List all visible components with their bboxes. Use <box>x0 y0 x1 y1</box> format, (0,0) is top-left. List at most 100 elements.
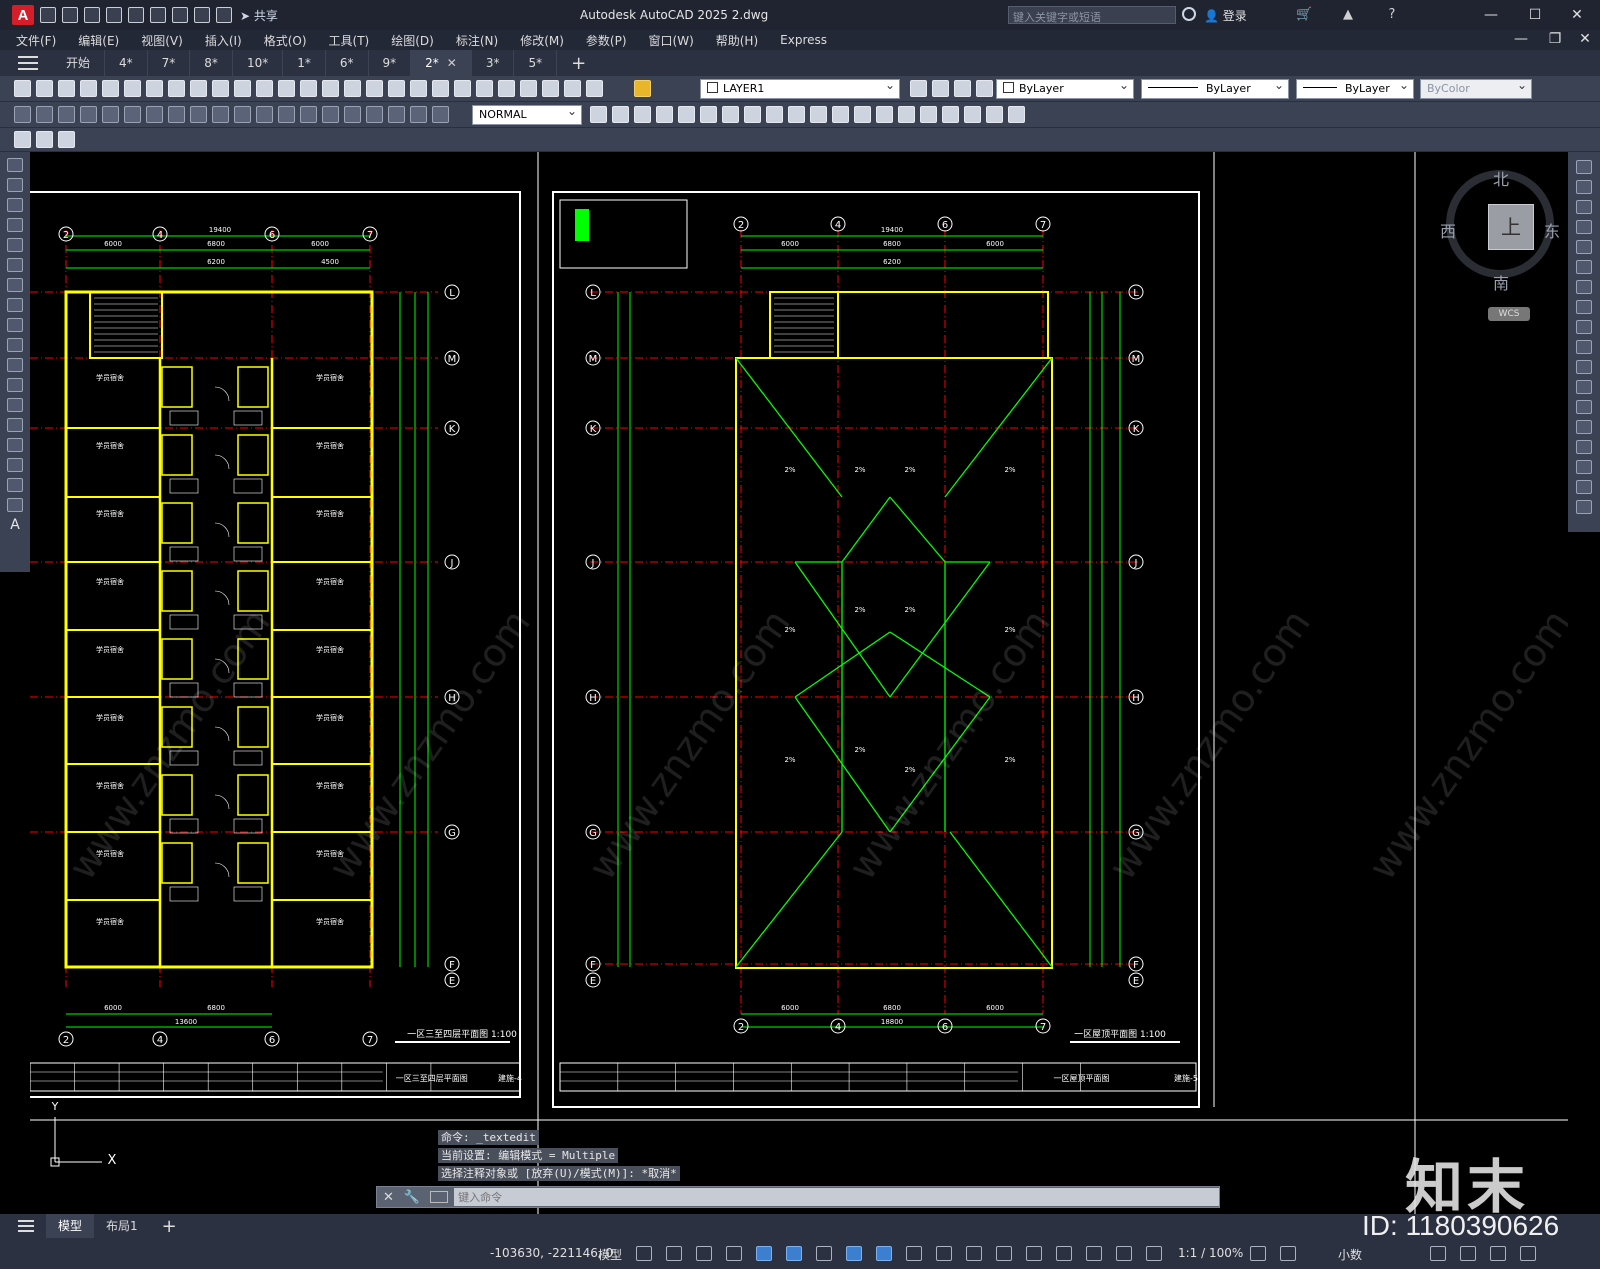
standard-tool-icon[interactable] <box>520 80 537 97</box>
dimension-tool-icon[interactable] <box>278 106 295 123</box>
annotation-scale[interactable]: 1:1 / 100% <box>1178 1246 1243 1260</box>
plotstyle-dropdown[interactable]: ByColor <box>1420 78 1532 99</box>
modify-tool-icon[interactable] <box>986 106 1003 123</box>
modify-tool-icon[interactable] <box>832 106 849 123</box>
standard-tool-icon[interactable] <box>366 80 383 97</box>
open-file-icon[interactable] <box>62 7 78 23</box>
annotation-monitor-icon[interactable] <box>1280 1246 1296 1261</box>
break-icon[interactable] <box>1576 380 1592 394</box>
save-icon[interactable] <box>84 7 100 23</box>
dimension-tool-icon[interactable] <box>14 106 31 123</box>
standard-tool-icon[interactable] <box>432 80 449 97</box>
explode-icon[interactable] <box>1576 480 1592 494</box>
layer-tool-icon[interactable] <box>954 80 971 97</box>
dynamic-input-toggle-icon[interactable] <box>726 1246 742 1261</box>
table-icon[interactable] <box>7 498 23 512</box>
modify-tool-icon[interactable] <box>898 106 915 123</box>
compass-east[interactable]: 东 <box>1544 218 1560 242</box>
dimension-tool-icon[interactable] <box>36 106 53 123</box>
offset-icon[interactable] <box>1576 220 1592 234</box>
login-button[interactable]: 👤 登录 <box>1204 7 1247 24</box>
autocad-logo-icon[interactable]: A <box>12 5 34 25</box>
modify-tool-icon[interactable] <box>612 106 629 123</box>
cart-icon[interactable]: 🛒 <box>1296 7 1312 22</box>
point-icon[interactable] <box>7 418 23 432</box>
wcs-menu[interactable]: WCS <box>1488 307 1530 321</box>
search-icon[interactable] <box>1182 7 1196 21</box>
modify-tool-icon[interactable] <box>766 106 783 123</box>
open-web-icon[interactable] <box>128 7 144 23</box>
standard-tool-icon[interactable] <box>344 80 361 97</box>
block-icon[interactable] <box>7 398 23 412</box>
dynamic-ucs-toggle-icon[interactable] <box>1026 1246 1042 1261</box>
autodesk-app-icon[interactable]: ▲ <box>1340 7 1356 22</box>
ellipse-arc-icon[interactable] <box>7 358 23 372</box>
modify-tool-icon[interactable] <box>678 106 695 123</box>
standard-tool-icon[interactable] <box>102 80 119 97</box>
copy-icon[interactable] <box>1576 180 1592 194</box>
layer-dropdown[interactable]: LAYER1 <box>700 78 900 99</box>
object-snap-toggle-icon[interactable] <box>876 1246 892 1261</box>
modify-tool-icon[interactable] <box>722 106 739 123</box>
modify-tool-icon[interactable] <box>854 106 871 123</box>
dimstyle-dropdown[interactable]: NORMAL <box>472 104 582 125</box>
mirror-icon[interactable] <box>1576 200 1592 214</box>
compass-south[interactable]: 南 <box>1493 270 1509 294</box>
standard-tool-icon[interactable] <box>14 80 31 97</box>
minimize-button[interactable]: — <box>1476 4 1506 26</box>
rotate-icon[interactable] <box>1576 280 1592 294</box>
menu-dimension[interactable]: 标注(N) <box>445 32 509 49</box>
dimension-tool-icon[interactable] <box>58 106 75 123</box>
menu-view[interactable]: 视图(V) <box>130 32 194 49</box>
menu-insert[interactable]: 插入(I) <box>194 32 253 49</box>
menu-modify[interactable]: 修改(M) <box>509 32 575 49</box>
dimension-tool-icon[interactable] <box>322 106 339 123</box>
standard-tool-icon[interactable] <box>124 80 141 97</box>
tab-drawing[interactable]: 10* <box>233 50 284 76</box>
standard-tool-icon[interactable] <box>212 80 229 97</box>
customize-icon[interactable] <box>1520 1246 1536 1261</box>
move-icon[interactable] <box>1576 260 1592 274</box>
standard-tool-icon[interactable] <box>476 80 493 97</box>
grid-toggle-icon[interactable] <box>636 1246 652 1261</box>
menu-parametric[interactable]: 参数(P) <box>575 32 638 49</box>
standard-tool-icon[interactable] <box>388 80 405 97</box>
ellipse-icon[interactable] <box>7 338 23 352</box>
dimension-tool-icon[interactable] <box>366 106 383 123</box>
join-icon[interactable] <box>1576 400 1592 414</box>
insert-block-icon[interactable] <box>36 131 53 148</box>
menu-express[interactable]: Express <box>769 33 838 47</box>
trim-icon[interactable] <box>1576 340 1592 354</box>
tab-drawing[interactable]: 4* <box>105 50 148 76</box>
menu-draw[interactable]: 绘图(D) <box>380 32 445 49</box>
layer-tool-icon[interactable] <box>910 80 927 97</box>
arc-icon[interactable] <box>7 258 23 272</box>
dimension-tool-icon[interactable] <box>300 106 317 123</box>
standard-tool-icon[interactable] <box>234 80 251 97</box>
object-snap-tracking-toggle-icon[interactable] <box>846 1246 862 1261</box>
modify-tool-icon[interactable] <box>1008 106 1025 123</box>
plot-icon[interactable] <box>172 7 188 23</box>
modify-tool-icon[interactable] <box>876 106 893 123</box>
maximize-button[interactable]: ☐ <box>1520 4 1550 26</box>
layout-menu-icon[interactable] <box>18 1220 34 1232</box>
tab-model[interactable]: 模型 <box>46 1214 95 1238</box>
menu-format[interactable]: 格式(O) <box>253 32 318 49</box>
tab-layout1[interactable]: 布局1 <box>94 1214 150 1238</box>
menu-help[interactable]: 帮助(H) <box>705 32 769 49</box>
standard-tool-icon[interactable] <box>564 80 581 97</box>
dimension-tool-icon[interactable] <box>168 106 185 123</box>
hatch-icon[interactable] <box>7 438 23 452</box>
cad-drawing[interactable]: 一区三至四层平面图 建施-4 一区屋顶平面图 建施-5学员宿舍 学员宿舍学员宿舍 学员宿舍… <box>30 152 1568 1214</box>
command-input[interactable] <box>454 1188 1219 1206</box>
text-icon[interactable]: A <box>7 518 23 532</box>
menu-window[interactable]: 窗口(W) <box>638 32 705 49</box>
dimension-tool-icon[interactable] <box>190 106 207 123</box>
dimension-tool-icon[interactable] <box>102 106 119 123</box>
transparency-toggle-icon[interactable] <box>936 1246 952 1261</box>
spline-icon[interactable] <box>7 318 23 332</box>
dimension-tool-icon[interactable] <box>234 106 251 123</box>
new-file-icon[interactable] <box>40 7 56 23</box>
share-button[interactable]: ➤ 共享 <box>240 7 278 24</box>
insert-icon[interactable] <box>7 378 23 392</box>
